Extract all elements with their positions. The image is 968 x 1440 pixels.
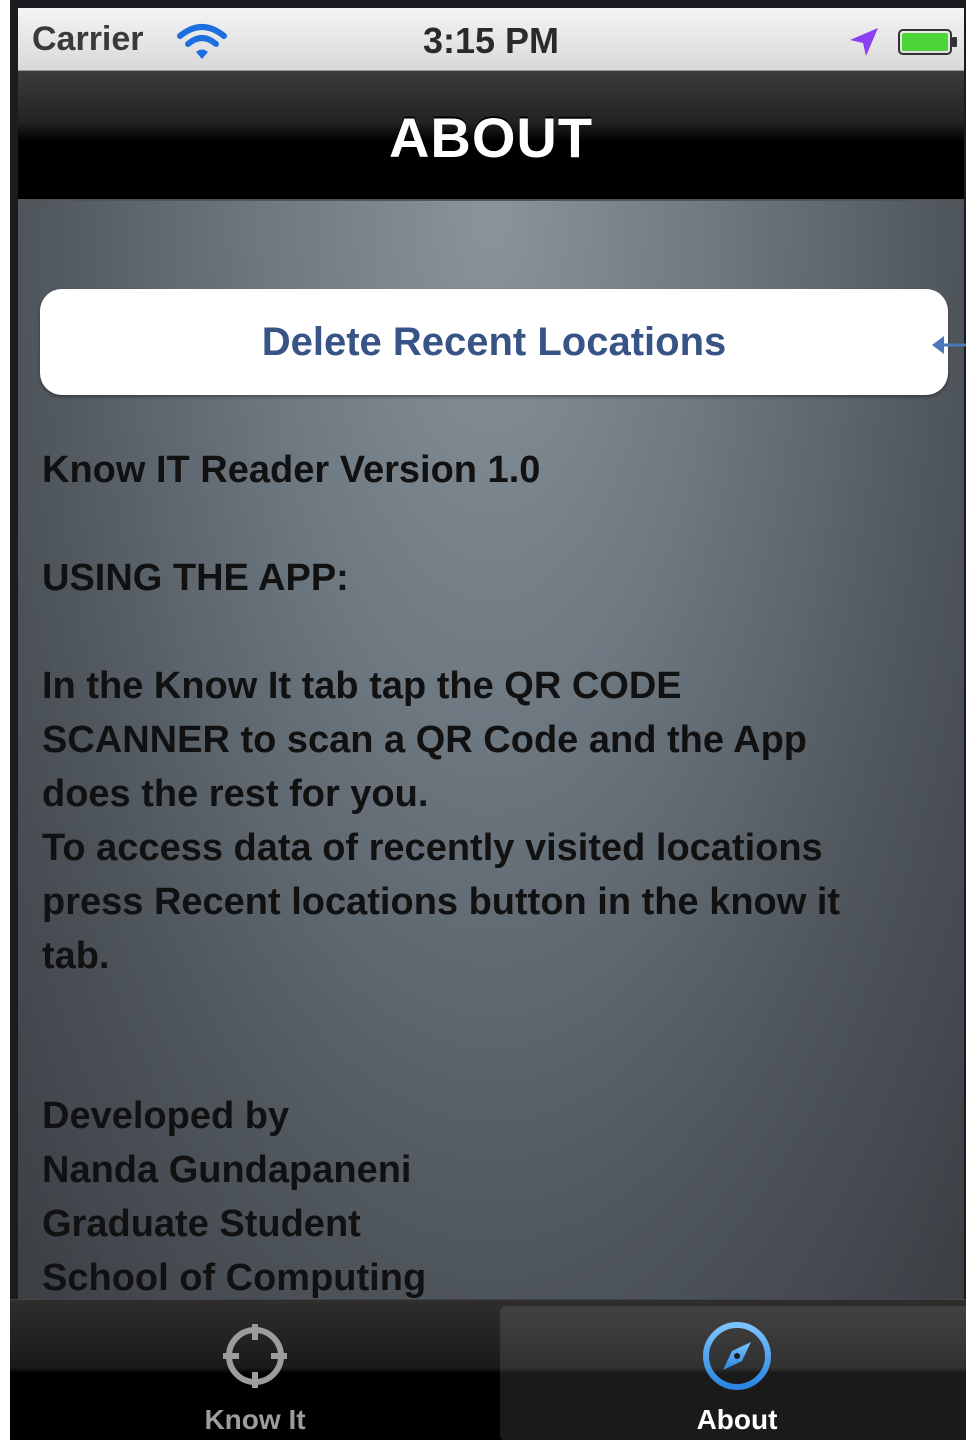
tab-know-it-label: Know It <box>204 1404 306 1435</box>
app-screen: Carrier 3:15 PM ABOUT Delete Recent Loca… <box>10 0 966 1440</box>
left-arrow-icon <box>932 336 966 354</box>
delete-recent-locations-label: Delete Recent Locations <box>261 319 727 364</box>
instructions-line: does the rest for you. <box>42 773 429 815</box>
page-title: ABOUT <box>388 106 594 169</box>
tab-bar: Know It About <box>10 1299 966 1440</box>
tab-know-it[interactable]: Know It <box>18 1306 492 1440</box>
tab-about[interactable]: About <box>500 1306 966 1440</box>
developer-line: Graduate Student <box>42 1203 361 1245</box>
delete-recent-locations-button[interactable]: Delete Recent Locations <box>40 289 948 395</box>
developer-line: Nanda Gundapaneni <box>42 1149 412 1191</box>
instructions-line: tab. <box>42 935 110 977</box>
instructions-line: SCANNER to scan a QR Code and the App <box>42 719 807 761</box>
instructions-line: To access data of recently visited locat… <box>42 827 823 869</box>
compass-icon <box>703 1322 771 1390</box>
developer-line: Developed by <box>42 1095 290 1137</box>
tab-about-label: About <box>696 1404 778 1435</box>
crosshair-icon <box>223 1324 287 1388</box>
navigation-bar: ABOUT <box>18 71 964 201</box>
instructions-line: press Recent locations button in the kno… <box>42 881 841 923</box>
about-content: Delete Recent Locations Know IT Reader V… <box>18 201 964 1299</box>
instructions-line: In the Know It tab tap the QR CODE <box>42 665 682 707</box>
location-arrow-icon <box>850 28 878 56</box>
using-the-app-heading: USING THE APP: <box>42 557 349 599</box>
developer-line: School of Computing <box>42 1257 427 1299</box>
battery-icon <box>898 29 957 55</box>
version-text: Know IT Reader Version 1.0 <box>42 449 541 491</box>
status-bar: Carrier 3:15 PM <box>18 8 964 71</box>
status-time: 3:15 PM <box>422 20 560 61</box>
